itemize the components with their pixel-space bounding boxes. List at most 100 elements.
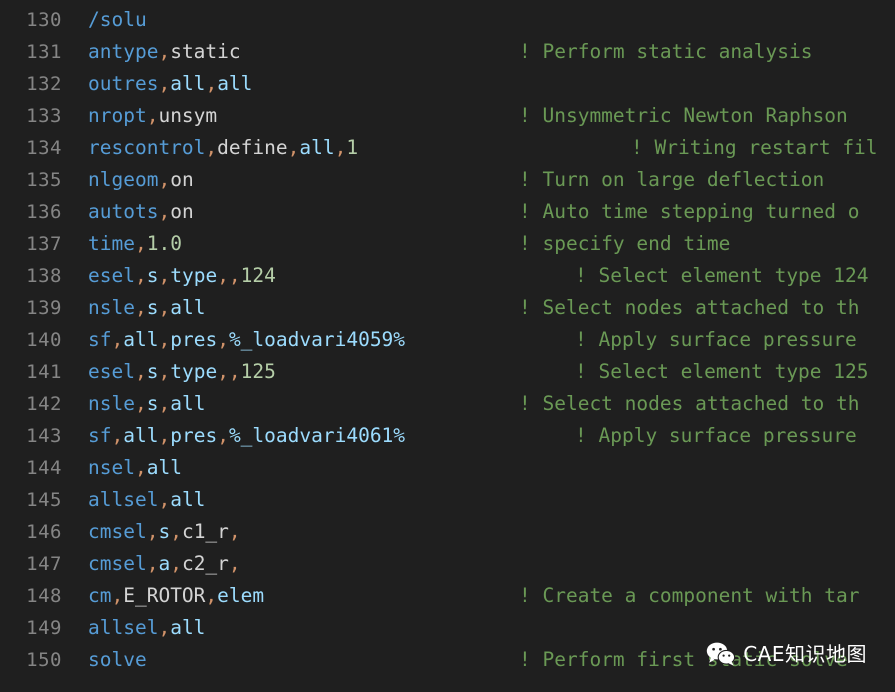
code-token: all — [170, 296, 206, 319]
code-token: pres — [170, 424, 218, 447]
code-token: nlgeom — [88, 168, 159, 191]
code-text[interactable]: cmsel,a,c2_r, — [88, 548, 241, 580]
line-number: 136 — [26, 201, 62, 223]
code-text[interactable]: cm,E_ROTOR,elem — [88, 580, 264, 612]
code-line[interactable]: 141 esel,s,type,,125! Select element type… — [0, 356, 895, 388]
code-line[interactable]: 145 allsel,all — [0, 484, 895, 516]
code-editor: 130/solu 131 antype,static! Perform static… — [0, 0, 895, 692]
code-token: cmsel — [88, 552, 147, 575]
code-text[interactable]: allsel,all — [88, 612, 205, 644]
code-line[interactable]: 132 outres,all,all — [0, 68, 895, 100]
code-lines-container[interactable]: 130/solu 131 antype,static! Perform static… — [0, 0, 895, 676]
code-token: cm — [88, 584, 112, 607]
line-number: 143 — [26, 425, 62, 447]
code-token: /solu — [88, 8, 147, 31]
code-comment: ! Select nodes attached to th — [519, 296, 860, 319]
code-line[interactable]: 136 autots,on ! Auto time stepping turned … — [0, 196, 895, 228]
code-text[interactable]: nsle,s,all — [88, 388, 205, 420]
code-token: sf — [88, 424, 112, 447]
code-line[interactable]: 148 cm,E_ROTOR,elem! Create a component w… — [0, 580, 895, 612]
code-text[interactable]: nlgeom,on — [88, 164, 194, 196]
code-line[interactable]: 143 sf,all,pres,%_loadvari4061% ! Apply su… — [0, 420, 895, 452]
code-token: , — [217, 424, 229, 447]
code-token: 1.0 — [146, 232, 182, 255]
code-text[interactable]: esel,s,type,,125 — [88, 356, 276, 388]
code-token: c2_r — [181, 552, 229, 575]
code-line[interactable]: 138 esel,s,type,,124! Select element type… — [0, 260, 895, 292]
code-text[interactable]: sf,all,pres,%_loadvari4061% — [88, 420, 405, 452]
code-token: pres — [170, 328, 218, 351]
code-line[interactable]: 137 time,1.0 ! specify end time — [0, 228, 895, 260]
code-token: s — [146, 360, 159, 383]
code-token: , — [134, 296, 147, 319]
code-text[interactable]: nsel,all — [88, 452, 182, 484]
code-line[interactable]: 131 antype,static ! Perform static analysi… — [0, 36, 895, 68]
code-token: 125 — [240, 360, 276, 383]
code-token: , — [158, 488, 171, 511]
code-token: , — [134, 456, 147, 479]
code-text[interactable]: solve — [88, 644, 147, 676]
code-token: , — [217, 328, 229, 351]
line-number: 144 — [26, 457, 62, 479]
code-line[interactable]: 133 nropt,unsym ! Unsymmetric Newton Raphs… — [0, 100, 895, 132]
code-token: , — [158, 296, 171, 319]
line-number: 140 — [26, 329, 62, 351]
code-token: , — [158, 264, 171, 287]
code-line[interactable]: 135 nlgeom,on ! Turn on large deflection — [0, 164, 895, 196]
line-number: 133 — [26, 105, 62, 127]
code-token: , — [170, 520, 182, 543]
code-token: E_ROTOR — [123, 584, 206, 607]
code-line[interactable]: 149 allsel,all — [0, 612, 895, 644]
code-line[interactable]: 144 nsel,all — [0, 452, 895, 484]
code-token: %_loadvari4061% — [228, 424, 406, 447]
code-line[interactable]: 139 nsle,s,all! Select nodes attached to … — [0, 292, 895, 324]
code-token: , — [111, 424, 124, 447]
code-text[interactable]: outres,all,all — [88, 68, 252, 100]
code-line[interactable]: 142 nsle,s,all! Select nodes attached to … — [0, 388, 895, 420]
code-token: esel — [88, 264, 135, 287]
code-line[interactable]: 146 cmsel,s,c1_r, — [0, 516, 895, 548]
code-line[interactable]: 140 sf,all,pres,%_loadvari4059%! Apply su… — [0, 324, 895, 356]
code-comment: ! Unsymmetric Newton Raphson — [519, 104, 848, 127]
code-text[interactable]: sf,all,pres,%_loadvari4059% — [88, 324, 405, 356]
code-token: autots — [88, 200, 159, 223]
code-text[interactable]: esel,s,type,,124 — [88, 260, 276, 292]
line-number: 131 — [26, 41, 62, 63]
code-token: rescontrol — [88, 136, 206, 159]
code-token: type — [170, 264, 218, 287]
code-token: nsle — [88, 296, 135, 319]
code-text[interactable]: time,1.0 — [88, 228, 182, 260]
code-comment: ! Select element type 124 — [575, 264, 869, 287]
code-token: all — [146, 456, 182, 479]
code-token: on — [170, 200, 194, 223]
code-text[interactable]: cmsel,s,c1_r, — [88, 516, 241, 548]
code-comment: ! Perform first static solve — [519, 648, 848, 671]
code-token: , — [205, 72, 218, 95]
code-token: , — [158, 616, 171, 639]
code-line[interactable]: 150 solve ! Perform first static solve — [0, 644, 895, 676]
code-text[interactable]: /solu — [88, 4, 147, 36]
code-token: all — [170, 72, 206, 95]
code-token: all — [170, 616, 206, 639]
code-line[interactable]: 147 cmsel,a,c2_r, — [0, 548, 895, 580]
code-line[interactable]: 134 rescontrol,define,all,1! Writing rest… — [0, 132, 895, 164]
code-token: all — [123, 328, 159, 351]
code-text[interactable]: antype,static — [88, 36, 241, 68]
code-text[interactable]: nropt,unsym — [88, 100, 217, 132]
line-number: 134 — [26, 137, 62, 159]
code-comment: ! Turn on large deflection — [519, 168, 825, 191]
code-token: c1_r — [181, 520, 229, 543]
code-token: , — [134, 360, 147, 383]
code-line[interactable]: 130/solu — [0, 4, 895, 36]
code-comment: ! Auto time stepping turned o — [519, 200, 860, 223]
code-comment: ! Apply surface pressure — [575, 424, 857, 447]
code-token: sf — [88, 328, 112, 351]
code-text[interactable]: rescontrol,define,all,1 — [88, 132, 358, 164]
code-comment: ! Apply surface pressure — [575, 328, 857, 351]
code-comment: ! Create a component with tar — [519, 584, 860, 607]
code-text[interactable]: allsel,all — [88, 484, 205, 516]
code-text[interactable]: autots,on — [88, 196, 194, 228]
code-token: s — [146, 264, 159, 287]
code-token: unsym — [158, 104, 218, 127]
code-text[interactable]: nsle,s,all — [88, 292, 205, 324]
